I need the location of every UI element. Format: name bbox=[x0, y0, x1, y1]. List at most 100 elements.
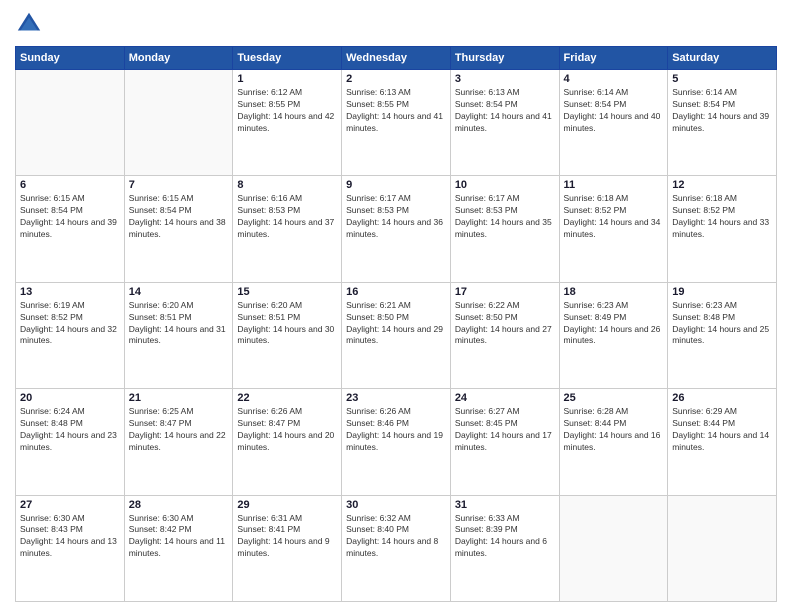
calendar-cell: 2 Sunrise: 6:13 AMSunset: 8:55 PMDaylight… bbox=[342, 70, 451, 176]
day-number: 9 bbox=[346, 179, 446, 191]
calendar-cell: 25Sunrise: 6:28 AMSunset: 8:44 PMDayligh… bbox=[559, 389, 668, 495]
day-number: 27 bbox=[20, 499, 120, 511]
calendar-week-2: 6 Sunrise: 6:15 AMSunset: 8:54 PMDaylight… bbox=[16, 176, 777, 282]
day-number: 1 bbox=[237, 73, 337, 85]
calendar-header-saturday: Saturday bbox=[668, 47, 777, 70]
day-info: Sunrise: 6:30 AMSunset: 8:43 PMDaylight:… bbox=[20, 513, 120, 561]
day-number: 28 bbox=[129, 499, 229, 511]
calendar-cell bbox=[124, 70, 233, 176]
calendar-cell: 30 Sunrise: 6:32 AMSunset: 8:40 PMDayligh… bbox=[342, 495, 451, 601]
day-info: Sunrise: 6:23 AMSunset: 8:48 PMDaylight:… bbox=[672, 300, 772, 348]
day-info: Sunrise: 6:12 AMSunset: 8:55 PMDaylight:… bbox=[237, 87, 337, 135]
calendar-cell: 20 Sunrise: 6:24 AMSunset: 8:48 PMDayligh… bbox=[16, 389, 125, 495]
day-number: 2 bbox=[346, 73, 446, 85]
day-info: Sunrise: 6:33 AMSunset: 8:39 PMDaylight:… bbox=[455, 513, 555, 561]
day-number: 8 bbox=[237, 179, 337, 191]
day-info: Sunrise: 6:16 AMSunset: 8:53 PMDaylight:… bbox=[237, 193, 337, 241]
calendar-cell: 8 Sunrise: 6:16 AMSunset: 8:53 PMDaylight… bbox=[233, 176, 342, 282]
day-number: 26 bbox=[672, 392, 772, 404]
day-number: 10 bbox=[455, 179, 555, 191]
day-number: 6 bbox=[20, 179, 120, 191]
calendar-header-monday: Monday bbox=[124, 47, 233, 70]
calendar-cell: 6 Sunrise: 6:15 AMSunset: 8:54 PMDaylight… bbox=[16, 176, 125, 282]
calendar-cell: 13 Sunrise: 6:19 AMSunset: 8:52 PMDayligh… bbox=[16, 282, 125, 388]
calendar-cell: 15 Sunrise: 6:20 AMSunset: 8:51 PMDayligh… bbox=[233, 282, 342, 388]
day-info: Sunrise: 6:15 AMSunset: 8:54 PMDaylight:… bbox=[20, 193, 120, 241]
day-info: Sunrise: 6:13 AMSunset: 8:54 PMDaylight:… bbox=[455, 87, 555, 135]
day-info: Sunrise: 6:17 AMSunset: 8:53 PMDaylight:… bbox=[346, 193, 446, 241]
calendar-cell: 31 Sunrise: 6:33 AMSunset: 8:39 PMDayligh… bbox=[450, 495, 559, 601]
day-number: 11 bbox=[564, 179, 664, 191]
calendar-cell: 16 Sunrise: 6:21 AMSunset: 8:50 PMDayligh… bbox=[342, 282, 451, 388]
calendar-cell bbox=[16, 70, 125, 176]
calendar-cell: 1 Sunrise: 6:12 AMSunset: 8:55 PMDaylight… bbox=[233, 70, 342, 176]
day-number: 15 bbox=[237, 286, 337, 298]
calendar-cell bbox=[668, 495, 777, 601]
calendar-cell: 21 Sunrise: 6:25 AMSunset: 8:47 PMDayligh… bbox=[124, 389, 233, 495]
day-number: 4 bbox=[564, 73, 664, 85]
day-number: 24 bbox=[455, 392, 555, 404]
day-number: 14 bbox=[129, 286, 229, 298]
page: SundayMondayTuesdayWednesdayThursdayFrid… bbox=[0, 0, 792, 612]
day-number: 31 bbox=[455, 499, 555, 511]
calendar-cell: 10 Sunrise: 6:17 AMSunset: 8:53 PMDayligh… bbox=[450, 176, 559, 282]
day-info: Sunrise: 6:26 AMSunset: 8:46 PMDaylight:… bbox=[346, 406, 446, 454]
day-info: Sunrise: 6:30 AMSunset: 8:42 PMDaylight:… bbox=[129, 513, 229, 561]
day-number: 7 bbox=[129, 179, 229, 191]
day-number: 17 bbox=[455, 286, 555, 298]
calendar-header-tuesday: Tuesday bbox=[233, 47, 342, 70]
day-info: Sunrise: 6:17 AMSunset: 8:53 PMDaylight:… bbox=[455, 193, 555, 241]
calendar-cell: 7Sunrise: 6:15 AMSunset: 8:54 PMDaylight… bbox=[124, 176, 233, 282]
calendar-week-5: 27 Sunrise: 6:30 AMSunset: 8:43 PMDayligh… bbox=[16, 495, 777, 601]
calendar-header-thursday: Thursday bbox=[450, 47, 559, 70]
calendar-cell bbox=[559, 495, 668, 601]
day-info: Sunrise: 6:21 AMSunset: 8:50 PMDaylight:… bbox=[346, 300, 446, 348]
calendar-cell: 27 Sunrise: 6:30 AMSunset: 8:43 PMDayligh… bbox=[16, 495, 125, 601]
day-number: 18 bbox=[564, 286, 664, 298]
calendar-cell: 9 Sunrise: 6:17 AMSunset: 8:53 PMDaylight… bbox=[342, 176, 451, 282]
day-info: Sunrise: 6:26 AMSunset: 8:47 PMDaylight:… bbox=[237, 406, 337, 454]
day-info: Sunrise: 6:20 AMSunset: 8:51 PMDaylight:… bbox=[129, 300, 229, 348]
day-number: 25 bbox=[564, 392, 664, 404]
calendar-cell: 18 Sunrise: 6:23 AMSunset: 8:49 PMDayligh… bbox=[559, 282, 668, 388]
calendar-cell: 11 Sunrise: 6:18 AMSunset: 8:52 PMDayligh… bbox=[559, 176, 668, 282]
day-info: Sunrise: 6:24 AMSunset: 8:48 PMDaylight:… bbox=[20, 406, 120, 454]
calendar-week-4: 20 Sunrise: 6:24 AMSunset: 8:48 PMDayligh… bbox=[16, 389, 777, 495]
day-number: 20 bbox=[20, 392, 120, 404]
day-info: Sunrise: 6:22 AMSunset: 8:50 PMDaylight:… bbox=[455, 300, 555, 348]
header bbox=[15, 10, 777, 38]
day-number: 19 bbox=[672, 286, 772, 298]
calendar-cell: 26Sunrise: 6:29 AMSunset: 8:44 PMDayligh… bbox=[668, 389, 777, 495]
calendar-cell: 3 Sunrise: 6:13 AMSunset: 8:54 PMDaylight… bbox=[450, 70, 559, 176]
calendar-cell: 12Sunrise: 6:18 AMSunset: 8:52 PMDayligh… bbox=[668, 176, 777, 282]
day-info: Sunrise: 6:13 AMSunset: 8:55 PMDaylight:… bbox=[346, 87, 446, 135]
logo-icon bbox=[15, 10, 43, 38]
day-number: 29 bbox=[237, 499, 337, 511]
day-number: 30 bbox=[346, 499, 446, 511]
calendar-header-row: SundayMondayTuesdayWednesdayThursdayFrid… bbox=[16, 47, 777, 70]
day-info: Sunrise: 6:14 AMSunset: 8:54 PMDaylight:… bbox=[672, 87, 772, 135]
calendar-header-sunday: Sunday bbox=[16, 47, 125, 70]
day-number: 21 bbox=[129, 392, 229, 404]
day-info: Sunrise: 6:27 AMSunset: 8:45 PMDaylight:… bbox=[455, 406, 555, 454]
calendar-cell: 28 Sunrise: 6:30 AMSunset: 8:42 PMDayligh… bbox=[124, 495, 233, 601]
day-number: 13 bbox=[20, 286, 120, 298]
day-info: Sunrise: 6:31 AMSunset: 8:41 PMDaylight:… bbox=[237, 513, 337, 561]
day-info: Sunrise: 6:32 AMSunset: 8:40 PMDaylight:… bbox=[346, 513, 446, 561]
calendar-header-wednesday: Wednesday bbox=[342, 47, 451, 70]
day-number: 16 bbox=[346, 286, 446, 298]
day-info: Sunrise: 6:19 AMSunset: 8:52 PMDaylight:… bbox=[20, 300, 120, 348]
calendar-header-friday: Friday bbox=[559, 47, 668, 70]
calendar-cell: 5 Sunrise: 6:14 AMSunset: 8:54 PMDaylight… bbox=[668, 70, 777, 176]
day-info: Sunrise: 6:18 AMSunset: 8:52 PMDaylight:… bbox=[564, 193, 664, 241]
day-info: Sunrise: 6:18 AMSunset: 8:52 PMDaylight:… bbox=[672, 193, 772, 241]
day-info: Sunrise: 6:25 AMSunset: 8:47 PMDaylight:… bbox=[129, 406, 229, 454]
logo bbox=[15, 10, 47, 38]
calendar-week-1: 1 Sunrise: 6:12 AMSunset: 8:55 PMDaylight… bbox=[16, 70, 777, 176]
calendar-cell: 23Sunrise: 6:26 AMSunset: 8:46 PMDayligh… bbox=[342, 389, 451, 495]
calendar-table: SundayMondayTuesdayWednesdayThursdayFrid… bbox=[15, 46, 777, 602]
day-info: Sunrise: 6:23 AMSunset: 8:49 PMDaylight:… bbox=[564, 300, 664, 348]
day-number: 3 bbox=[455, 73, 555, 85]
day-info: Sunrise: 6:20 AMSunset: 8:51 PMDaylight:… bbox=[237, 300, 337, 348]
day-number: 5 bbox=[672, 73, 772, 85]
